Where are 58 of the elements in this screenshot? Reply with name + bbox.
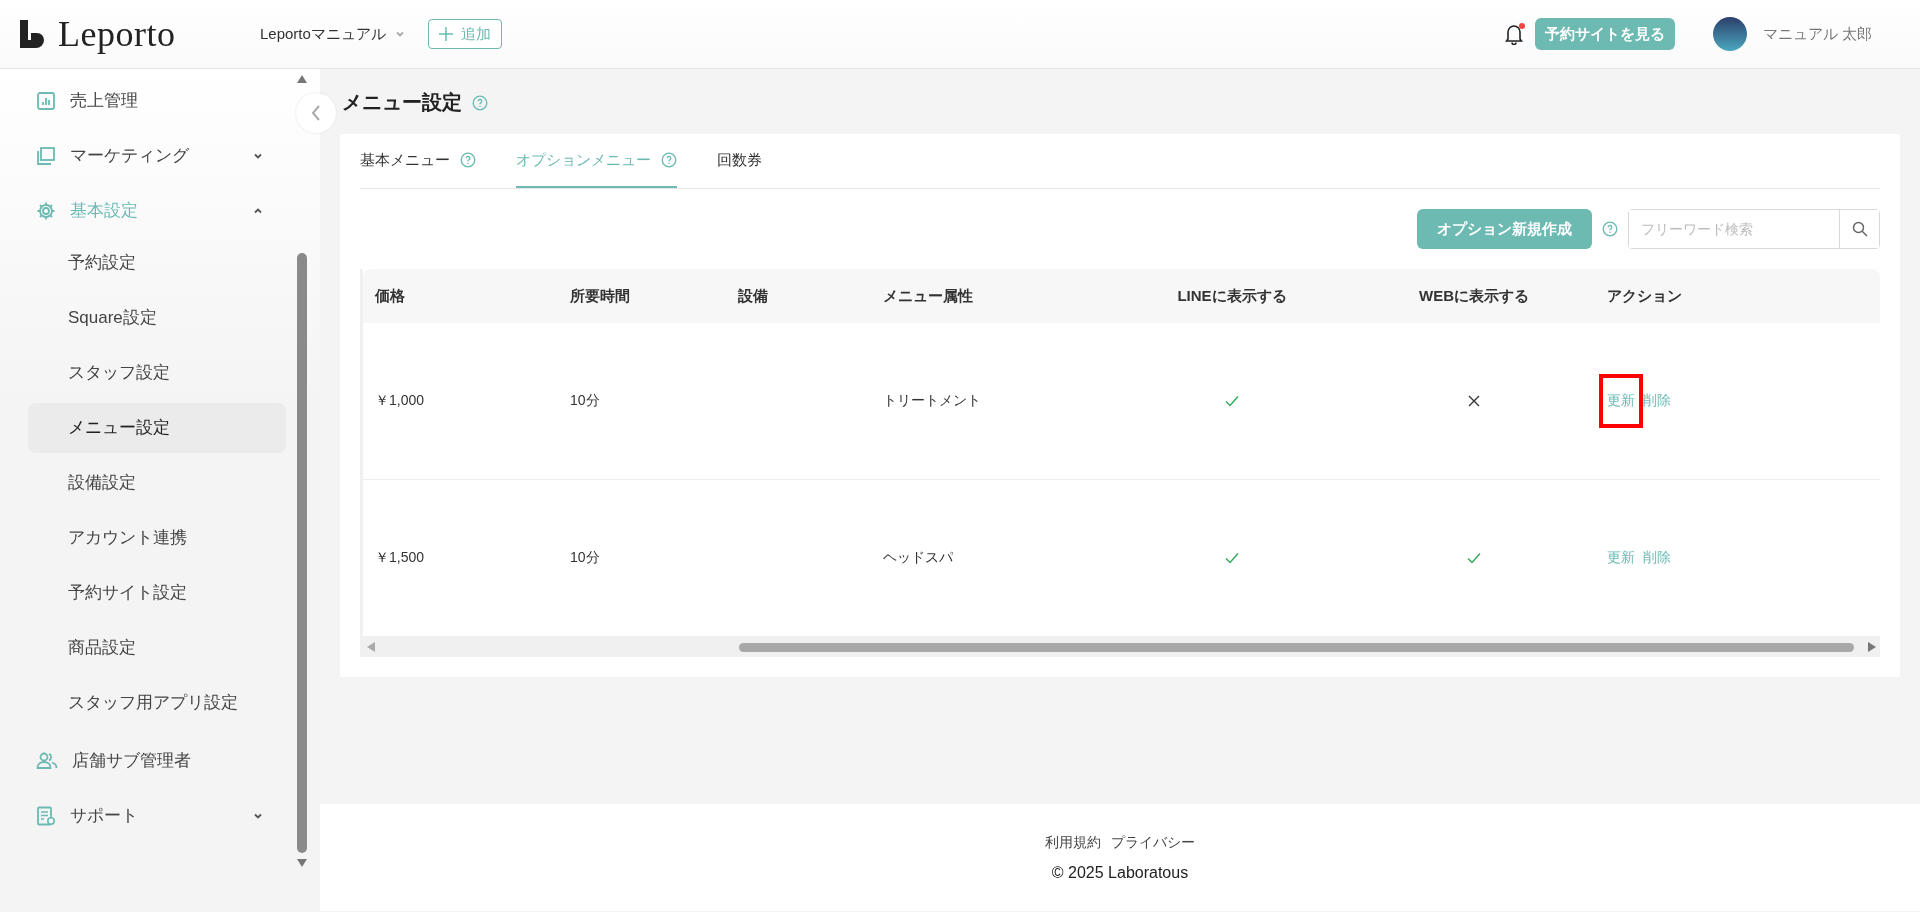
collapse-button[interactable]	[296, 93, 336, 133]
avatar[interactable]	[1712, 17, 1747, 51]
column-header: 価格	[373, 286, 406, 306]
sidebar-item[interactable]: 設備設定	[28, 458, 286, 508]
sidebar-group[interactable]: 店舗サブ管理者	[0, 733, 292, 788]
help-icon[interactable]	[1602, 221, 1618, 237]
user-name[interactable]: マニュアル 太郎	[1762, 24, 1872, 44]
column-header: WEBに表示する	[1418, 286, 1530, 306]
page-title: メニュー設定	[342, 90, 462, 115]
logo-icon	[20, 20, 44, 48]
column-header: 所要時間	[569, 286, 631, 306]
table-cell-text: トリートメント	[882, 392, 982, 410]
sidebar-item[interactable]: 予約サイト設定	[28, 568, 286, 618]
scroll-left-icon[interactable]	[367, 642, 375, 652]
users-icon	[36, 750, 58, 771]
horizontal-scrollbar[interactable]	[363, 637, 1880, 657]
column-header: アクション	[1606, 286, 1683, 306]
table-cell-text: ￥1,500	[374, 549, 426, 567]
sidebar-item[interactable]: アカウント連携	[28, 513, 286, 563]
document-icon	[36, 805, 56, 826]
help-icon[interactable]	[460, 152, 476, 168]
help-icon[interactable]	[661, 152, 677, 168]
scroll-up-icon[interactable]	[297, 75, 307, 83]
windows-icon	[36, 145, 56, 166]
search-button[interactable]	[1839, 210, 1879, 248]
chart-icon	[36, 90, 56, 111]
sidebar-group[interactable]: マーケティング	[0, 128, 292, 183]
help-icon[interactable]	[472, 94, 488, 111]
table-cell-text: ￥1,000	[374, 392, 426, 410]
scroll-down-icon[interactable]	[297, 859, 307, 867]
table-cell-text: 10分	[569, 549, 601, 567]
notification-bell-icon[interactable]	[1504, 23, 1523, 45]
store-selector[interactable]: Leportoマニュアル	[260, 24, 406, 44]
logo-text: Leporto	[58, 13, 176, 55]
sidebar-item[interactable]: メニュー設定	[28, 403, 286, 453]
tab[interactable]: 回数券	[717, 134, 762, 188]
settings-icon	[36, 200, 56, 221]
chevron-left-icon	[311, 105, 321, 121]
column-header: メニュー属性	[882, 286, 974, 306]
sidebar-group[interactable]: 売上管理	[0, 73, 292, 128]
sidebar-group[interactable]: サポート	[0, 788, 292, 843]
table-cell-text: ヘッドスパ	[882, 549, 954, 567]
sidebar-item[interactable]: 商品設定	[28, 623, 286, 673]
sidebar-item[interactable]: 予約設定	[28, 238, 286, 288]
scroll-right-icon[interactable]	[1868, 642, 1876, 652]
search-icon	[1851, 221, 1868, 237]
sidebar-item[interactable]: スタッフ用アプリ設定	[28, 678, 286, 728]
sidebar-item[interactable]: スタッフ設定	[28, 348, 286, 398]
table-cell-text: 10分	[569, 392, 601, 410]
column-header: 設備	[737, 286, 769, 306]
tab[interactable]: 基本メニュー	[360, 134, 476, 188]
search-field[interactable]: フリーワード検索	[1628, 209, 1880, 249]
footer-link[interactable]: プライバシー	[1111, 833, 1195, 852]
footer-link[interactable]: 利用規約	[1045, 833, 1101, 852]
copyright: © 2025 Laboratous	[1051, 863, 1189, 882]
plus-icon	[438, 27, 453, 41]
sidebar-item[interactable]: Square設定	[28, 293, 286, 343]
column-header: LINEに表示する	[1176, 286, 1288, 306]
